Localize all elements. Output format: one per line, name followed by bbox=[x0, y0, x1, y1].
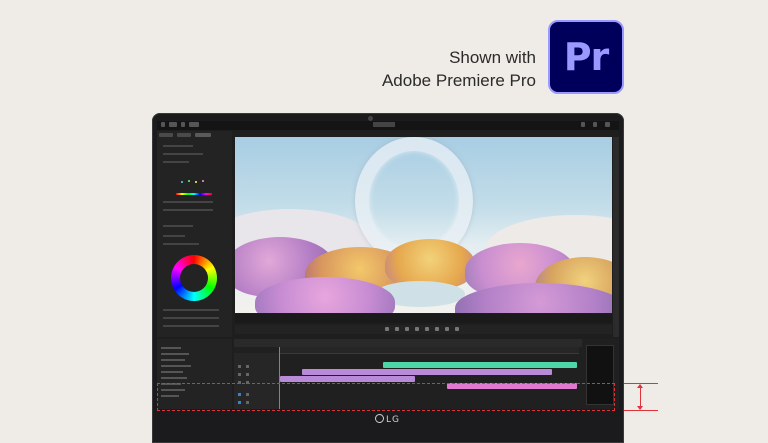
caption: Shown with Adobe Premiere Pro bbox=[382, 46, 536, 92]
menu-item[interactable] bbox=[189, 122, 199, 127]
eye-icon[interactable] bbox=[246, 365, 249, 368]
arrow-up-icon bbox=[637, 384, 643, 388]
panel-tabs bbox=[159, 133, 229, 138]
maximize-icon[interactable] bbox=[593, 122, 597, 127]
mark-out-icon[interactable] bbox=[395, 327, 399, 331]
caption-line1: Shown with bbox=[449, 48, 536, 67]
export-frame-icon[interactable] bbox=[455, 327, 459, 331]
list-item[interactable] bbox=[161, 359, 185, 361]
highlight-box bbox=[157, 383, 615, 411]
panel-tab[interactable] bbox=[159, 133, 173, 137]
premiere-pro-logo: Pr bbox=[548, 20, 624, 94]
panel-row bbox=[163, 243, 199, 245]
arrow-down-icon bbox=[637, 406, 643, 410]
slider[interactable] bbox=[163, 201, 213, 203]
premiere-pro-logo-text: Pr bbox=[563, 35, 610, 79]
step-forward-icon[interactable] bbox=[425, 327, 429, 331]
timeline-clip[interactable] bbox=[383, 362, 577, 368]
play-icon[interactable] bbox=[415, 327, 419, 331]
insert-icon[interactable] bbox=[435, 327, 439, 331]
menu-item[interactable] bbox=[181, 122, 185, 127]
list-item[interactable] bbox=[161, 371, 183, 373]
window-title bbox=[373, 122, 395, 127]
slider[interactable] bbox=[163, 209, 213, 211]
step-back-icon[interactable] bbox=[405, 327, 409, 331]
eye-icon[interactable] bbox=[246, 373, 249, 376]
transport-controls bbox=[235, 325, 612, 334]
slider[interactable] bbox=[163, 309, 219, 311]
control-point[interactable] bbox=[195, 181, 197, 183]
lg-logo: LG bbox=[375, 414, 400, 425]
control-point[interactable] bbox=[202, 180, 204, 182]
panel-row bbox=[163, 235, 185, 237]
app-menu-icon[interactable] bbox=[161, 122, 165, 127]
panel-tab[interactable] bbox=[195, 133, 211, 137]
lg-logo-text: LG bbox=[386, 415, 400, 425]
list-item[interactable] bbox=[161, 353, 189, 355]
lumetri-color-panel bbox=[157, 131, 232, 337]
laptop-screen bbox=[157, 121, 619, 409]
list-item[interactable] bbox=[161, 377, 187, 379]
close-icon[interactable] bbox=[605, 122, 610, 127]
panel-row bbox=[163, 145, 193, 147]
panel-row bbox=[163, 225, 193, 227]
control-point[interactable] bbox=[181, 181, 183, 183]
control-point[interactable] bbox=[188, 180, 190, 182]
lock-icon[interactable] bbox=[238, 365, 241, 368]
menu-item[interactable] bbox=[169, 122, 177, 127]
timeline-header bbox=[234, 339, 582, 347]
list-item[interactable] bbox=[161, 347, 181, 349]
panel-row bbox=[163, 161, 189, 163]
slider[interactable] bbox=[163, 317, 219, 319]
dimension-line-bottom bbox=[624, 410, 658, 411]
program-monitor[interactable] bbox=[235, 137, 612, 313]
timeline-clip[interactable] bbox=[280, 376, 415, 382]
caption-line2: Adobe Premiere Pro bbox=[381, 71, 536, 90]
color-wheel[interactable] bbox=[171, 255, 217, 301]
mark-in-icon[interactable] bbox=[385, 327, 389, 331]
lock-icon[interactable] bbox=[238, 373, 241, 376]
hue-curve[interactable] bbox=[176, 193, 212, 195]
right-panel bbox=[613, 137, 619, 337]
minimize-icon[interactable] bbox=[581, 122, 585, 127]
menu-bar bbox=[157, 121, 619, 130]
panel-tab[interactable] bbox=[177, 133, 191, 137]
slider[interactable] bbox=[163, 325, 219, 327]
timeline-ruler[interactable] bbox=[279, 347, 579, 354]
overwrite-icon[interactable] bbox=[445, 327, 449, 331]
list-item[interactable] bbox=[161, 365, 191, 367]
timeline-clip[interactable] bbox=[302, 369, 552, 375]
panel-row bbox=[163, 153, 203, 155]
viewer-status-bar bbox=[235, 314, 612, 323]
